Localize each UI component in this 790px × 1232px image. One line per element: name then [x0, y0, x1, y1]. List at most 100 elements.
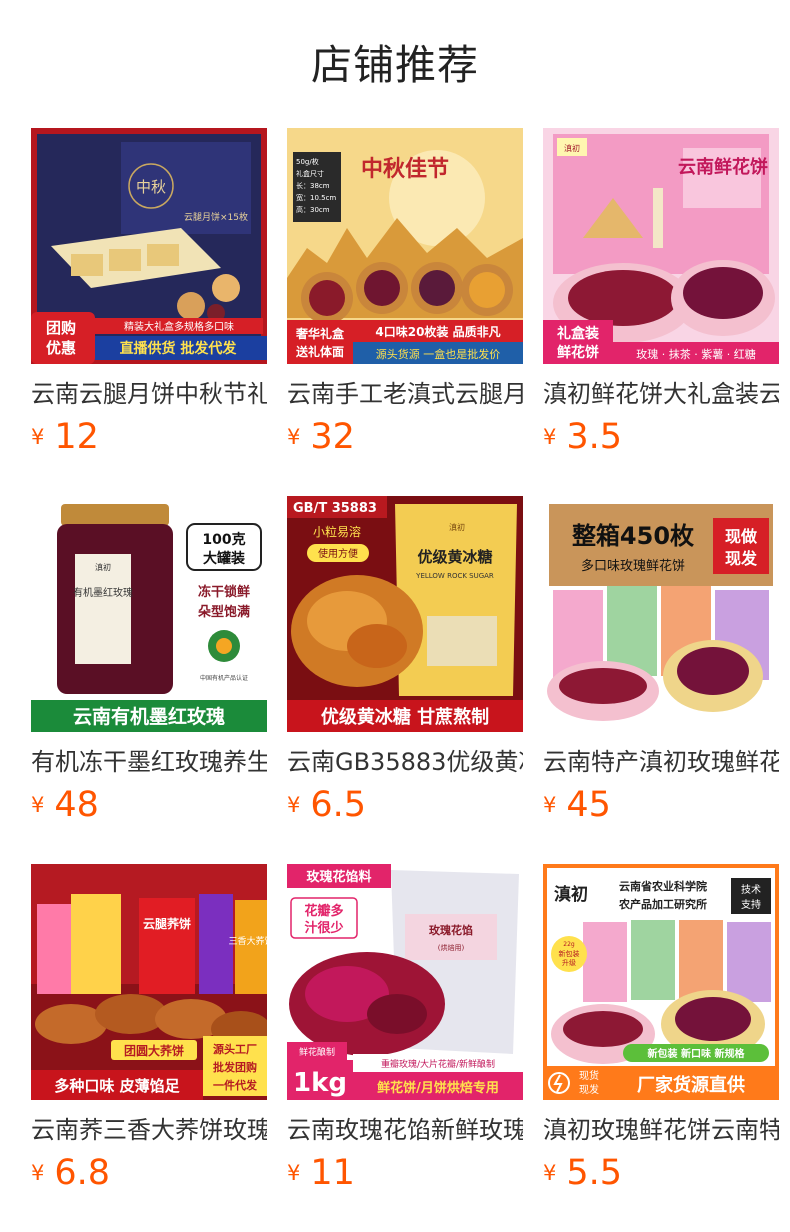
product-name[interactable]: 云南云腿月饼中秋节礼盒装: [31, 378, 267, 410]
vertical-title: 云南鲜花饼: [678, 156, 768, 178]
brand-text: 滇初: [449, 522, 465, 532]
product-card[interactable]: 中秋佳节 50g/枚 礼盒尺寸 长：38cm 宽：10.5cm 高：30cm 奢…: [287, 128, 523, 496]
price-value: 6.8: [54, 1153, 111, 1193]
logo-text: 中秋: [136, 178, 166, 196]
product-card[interactable]: 中秋 云腿月饼×15枚 精装大礼盒多规格多口味 直播供货 批发代发 团购 优惠 …: [31, 128, 267, 496]
bag-title: 优级黄冰糖: [417, 548, 492, 566]
badge-text: 鲜花饼: [557, 344, 599, 361]
badge-text: 优惠: [46, 339, 76, 357]
currency-symbol: ¥: [31, 1161, 45, 1185]
bag-sub: YELLOW ROCK SUGAR: [415, 572, 494, 580]
currency-symbol: ¥: [287, 1161, 301, 1185]
product-card[interactable]: 玫瑰花馅料 玫瑰花馅 (烘焙用) 花瓣多 汁很少 鲜花酿制 1kg 重瓣玫瑰/大…: [287, 864, 523, 1232]
price-value: 48: [54, 785, 99, 825]
currency-symbol: ¥: [287, 793, 301, 817]
banner-text: 4口味20枚装 品质非凡: [375, 324, 500, 339]
spec-text: 50g/枚: [296, 157, 319, 166]
banner-text: 多种口味 皮薄馅足: [54, 1077, 180, 1095]
sub-text: 一件代发: [213, 1078, 258, 1092]
ribbon-text: 精装大礼盒多规格多口味: [124, 320, 234, 333]
claim-text: 朵型饱满: [198, 604, 250, 620]
product-name[interactable]: 滇初玫瑰鲜花饼云南特产: [543, 1114, 779, 1146]
product-price: ¥6.5: [287, 785, 366, 825]
jar-label: 有机墨红玫瑰: [73, 586, 133, 599]
product-image-flower-cake-box[interactable]: 整箱450枚 多口味玫瑰鲜花饼 现做 现发: [543, 496, 779, 732]
box-title: 整箱450枚: [572, 522, 694, 550]
product-price: ¥3.5: [543, 417, 622, 457]
currency-symbol: ¥: [287, 425, 301, 449]
logo-text: 中秋佳节: [361, 157, 449, 182]
product-price: ¥12: [31, 417, 99, 457]
banner-text: 优级黄冰糖 甘蔗熬制: [321, 706, 489, 728]
upgrade-text: 新包装: [559, 949, 580, 958]
product-price: ¥32: [287, 417, 355, 457]
product-price: ¥45: [543, 785, 611, 825]
product-image-yunnan-mooncake[interactable]: 中秋佳节 50g/枚 礼盒尺寸 长：38cm 宽：10.5cm 高：30cm 奢…: [287, 128, 523, 364]
tag-text: 大罐装: [203, 550, 246, 567]
product-price: ¥48: [31, 785, 99, 825]
product-image-rose-tea-jar[interactable]: 滇初 有机墨红玫瑰 100克 大罐装 冻干锁鲜 朵型饱满 中国有机产品认证 云南…: [31, 496, 267, 732]
strip-text: 新包装 新口味 新规格: [648, 1047, 746, 1060]
price-value: 6.5: [310, 785, 367, 825]
price-value: 11: [310, 1153, 355, 1193]
weight-text: 1kg: [293, 1068, 347, 1098]
product-card[interactable]: 云腿荞饼 三香大荞饼 团圆大荞饼 源头工厂 批发团购 一件代发 多种口味 皮薄馅…: [31, 864, 267, 1232]
box-sub: 多口味玫瑰鲜花饼: [581, 558, 685, 574]
product-grid: 中秋 云腿月饼×15枚 精装大礼盒多规格多口味 直播供货 批发代发 团购 优惠 …: [31, 128, 779, 1232]
tech-text: 技术: [741, 883, 761, 896]
product-price: ¥6.8: [31, 1153, 110, 1193]
sub-text: 批发团购: [213, 1060, 257, 1074]
pack-text: 三香大荞饼: [228, 935, 267, 947]
price-value: 3.5: [566, 417, 623, 457]
spec-text: 云腿月饼×15枚: [184, 211, 248, 223]
product-card[interactable]: 整箱450枚 多口味玫瑰鲜花饼 现做 现发 云南特产滇初玫瑰鲜花饼 ¥45: [543, 496, 779, 864]
standard-text: GB/T 35883: [293, 501, 377, 516]
brand-text: 滇初: [95, 562, 111, 572]
product-card[interactable]: 滇初 云南省农业科学院 农产品加工研究所 技术 支持 22g 新包装 升级 新包…: [543, 864, 779, 1232]
price-value: 45: [566, 785, 611, 825]
product-name[interactable]: 云南荞三香大荞饼玫瑰味: [31, 1114, 267, 1146]
badge-text: 团购: [46, 319, 76, 337]
product-name[interactable]: 云南GB35883优级黄冰糖: [287, 746, 523, 778]
product-image-flower-cake-giftbox[interactable]: 滇初 云南鲜花饼 礼盒装 鲜花饼 玫瑰 · 抹茶 · 紫薯 · 红糖: [543, 128, 779, 364]
page-title: 店铺推荐: [311, 41, 479, 89]
stamp-text: 现做: [725, 527, 758, 546]
tag-text: 100克: [202, 531, 245, 548]
spec-text: 礼盒尺寸: [296, 169, 324, 178]
product-name[interactable]: 有机冻干墨红玫瑰养生花茶: [31, 746, 267, 778]
product-card[interactable]: GB/T 35883 小粒易溶 使用方便 滇初 优级黄冰糖 YELLOW ROC…: [287, 496, 523, 864]
tag-text: 汁很少: [304, 920, 343, 936]
cert-text: 中国有机产品认证: [200, 674, 248, 682]
badge-text: 奢华礼盒: [295, 326, 345, 341]
currency-symbol: ¥: [31, 793, 45, 817]
product-image-mooncake-giftbox[interactable]: 中秋 云腿月饼×15枚 精装大礼盒多规格多口味 直播供货 批发代发 团购 优惠: [31, 128, 267, 364]
brand-text: 滇初: [554, 884, 588, 905]
currency-symbol: ¥: [31, 425, 45, 449]
product-name[interactable]: 云南特产滇初玫瑰鲜花饼: [543, 746, 779, 778]
product-name[interactable]: 云南手工老滇式云腿月饼: [287, 378, 523, 410]
header-text: 玫瑰花馅料: [306, 869, 371, 885]
currency-symbol: ¥: [543, 793, 557, 817]
banner-text: 鲜花饼/月饼烘焙专用: [377, 1080, 499, 1096]
badge-text: 现货: [579, 1069, 599, 1082]
product-name[interactable]: 滇初鲜花饼大礼盒装云南特产: [543, 378, 779, 410]
product-name[interactable]: 云南玫瑰花馅新鲜玫瑰酱: [287, 1114, 523, 1146]
product-price: ¥5.5: [543, 1153, 622, 1193]
product-card[interactable]: 滇初 有机墨红玫瑰 100克 大罐装 冻干锁鲜 朵型饱满 中国有机产品认证 云南…: [31, 496, 267, 864]
product-image-buckwheat-cake[interactable]: 云腿荞饼 三香大荞饼 团圆大荞饼 源头工厂 批发团购 一件代发 多种口味 皮薄馅…: [31, 864, 267, 1100]
product-image-rock-sugar[interactable]: GB/T 35883 小粒易溶 使用方便 滇初 优级黄冰糖 YELLOW ROC…: [287, 496, 523, 732]
product-image-flower-cake-new[interactable]: 滇初 云南省农业科学院 农产品加工研究所 技术 支持 22g 新包装 升级 新包…: [543, 864, 779, 1100]
banner-text: 云南有机墨红玫瑰: [73, 705, 225, 728]
flavors-text: 玫瑰 · 抹茶 · 紫薯 · 红糖: [636, 347, 755, 361]
sub-text: 源头工厂: [213, 1042, 257, 1056]
institute-text: 农产品加工研究所: [618, 897, 707, 911]
badge-text: 现发: [579, 1083, 599, 1096]
tech-text: 支持: [741, 898, 761, 911]
product-card[interactable]: 滇初 云南鲜花饼 礼盒装 鲜花饼 玫瑰 · 抹茶 · 紫薯 · 红糖 滇初鲜花饼…: [543, 128, 779, 496]
product-image-rose-filling[interactable]: 玫瑰花馅料 玫瑰花馅 (烘焙用) 花瓣多 汁很少 鲜花酿制 1kg 重瓣玫瑰/大…: [287, 864, 523, 1100]
sub-text: 团圆大荞饼: [124, 1043, 184, 1058]
badge-text: 礼盒装: [557, 325, 600, 342]
banner-text: 厂家货源直供: [637, 1074, 745, 1096]
upgrade-text: 升级: [562, 958, 576, 967]
stamp-text: 现发: [725, 549, 758, 568]
